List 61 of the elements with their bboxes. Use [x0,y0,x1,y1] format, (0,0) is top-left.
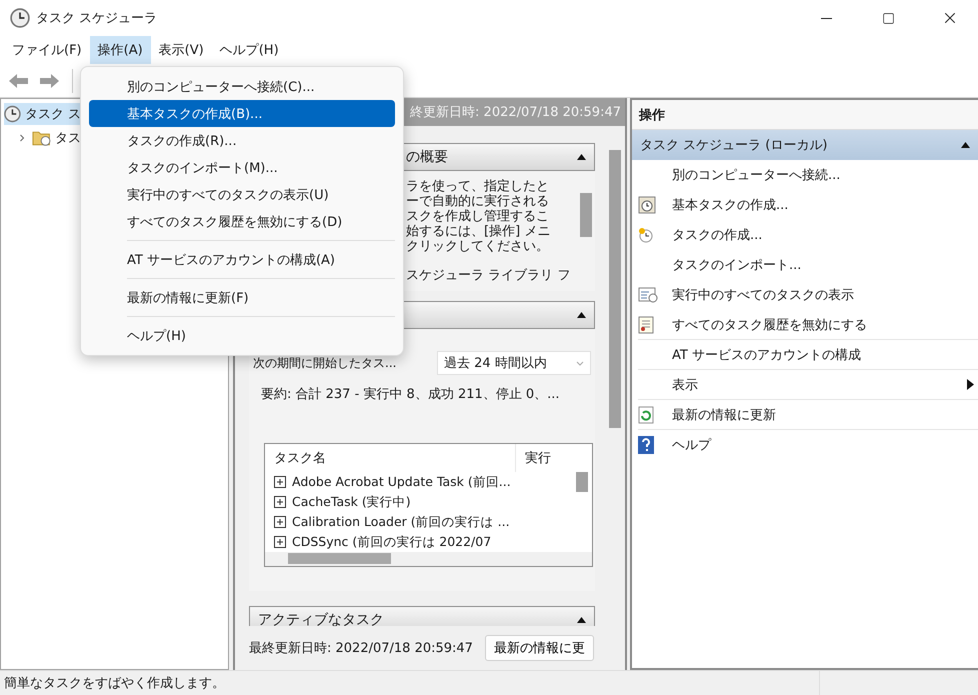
summary-text: 要約: 合計 237 - 実行中 8、成功 211、停止 0、... [260,386,561,403]
action-item[interactable]: 最新の情報に更新 [638,400,978,430]
scrollbar-thumb[interactable] [288,553,391,564]
window-title: タスク スケジューラ [36,10,158,27]
app-clock-icon [10,8,30,28]
menu-item[interactable]: 別のコンピューターへ接続(C)... [89,73,395,100]
table-cell: CDSSync (前回の実行は 2022/07 [292,534,492,550]
scrollbar-thumb[interactable] [609,150,621,428]
action-item[interactable]: 実行中のすべてのタスクの表示 [638,280,978,310]
library-text: スケジューラ ライブラリ フ [406,268,570,283]
status-text: 簡単なタスクをすばやく作成します。 [0,671,820,695]
chevron-down-icon [576,360,584,366]
menu-item[interactable]: 表示(V) [150,36,212,64]
column-header[interactable]: 実行 [516,449,551,467]
collapse-icon[interactable] [577,617,586,623]
action-item[interactable]: すべてのタスク履歴を無効にする [638,310,978,340]
submenu-arrow-icon [967,379,974,390]
clock-icon [4,105,21,123]
expand-icon[interactable] [274,536,286,548]
collapse-icon[interactable] [577,312,586,318]
folder-clock-icon [32,129,51,147]
scrollbar-thumb[interactable] [580,193,592,237]
tree-item[interactable]: タスク ス [4,103,81,125]
scrollbar-thumb[interactable] [576,472,588,492]
menu-item[interactable]: 実行中のすべてのタスクの表示(U) [89,181,395,208]
column-header[interactable]: タスク名 [265,449,515,467]
tree-item[interactable]: タス [4,127,81,149]
menu-item[interactable]: ヘルプ(H) [212,36,287,64]
overview-text: ラを使って、指定したと ーで自動的に実行される スクを作成し管理するこ 始するには、[操作] メニ クリックしてください。 [406,179,552,254]
period-label: 次の期間に開始したタス... [253,354,396,372]
help-icon [638,436,654,454]
notepad-icon [638,316,654,334]
refresh-button[interactable]: 最新の情報に更 [484,635,594,661]
collapse-icon[interactable] [961,142,970,148]
menu-item[interactable]: 基本タスクの作成(B)... [89,100,395,127]
table-cell: Calibration Loader (前回の実行は ... [292,514,510,530]
action-item[interactable]: AT サービスのアカウントの構成 [638,340,978,370]
last-updated-text: 最終更新日時: 2022/07/18 20:59:47 [249,640,473,657]
expand-icon[interactable] [274,516,286,528]
collapse-icon[interactable] [577,154,586,160]
pane-title: 操作 [632,100,978,130]
action-item[interactable]: タスクのインポート... [638,250,978,280]
maximize-icon [882,12,894,24]
menu-item[interactable]: ファイル(F) [4,36,90,64]
table-cell: Adobe Acrobat Update Task (前回... [292,474,511,490]
action-item[interactable]: 表示 [638,370,978,400]
menu-item[interactable]: 操作(A) [90,36,151,64]
chevron-icon[interactable] [18,134,26,142]
action-item[interactable]: 別のコンピューターへ接続... [638,160,978,190]
action-item[interactable]: ヘルプ [638,430,978,460]
list-clock-icon [638,286,658,302]
expand-icon[interactable] [274,476,286,488]
action-item[interactable]: 基本タスクの作成... [638,190,978,220]
action-item[interactable]: タスクの作成... [638,220,978,250]
calendar-clock-icon [638,196,656,214]
group-header[interactable]: タスク スケジューラ (ローカル) [632,130,978,160]
expand-icon[interactable] [274,496,286,508]
period-dropdown[interactable]: 過去 24 時間以内 [437,351,591,375]
menu-item[interactable]: ヘルプ(H) [89,322,395,349]
table-cell: CacheTask (実行中) [292,494,411,510]
refresh-icon [638,406,654,424]
